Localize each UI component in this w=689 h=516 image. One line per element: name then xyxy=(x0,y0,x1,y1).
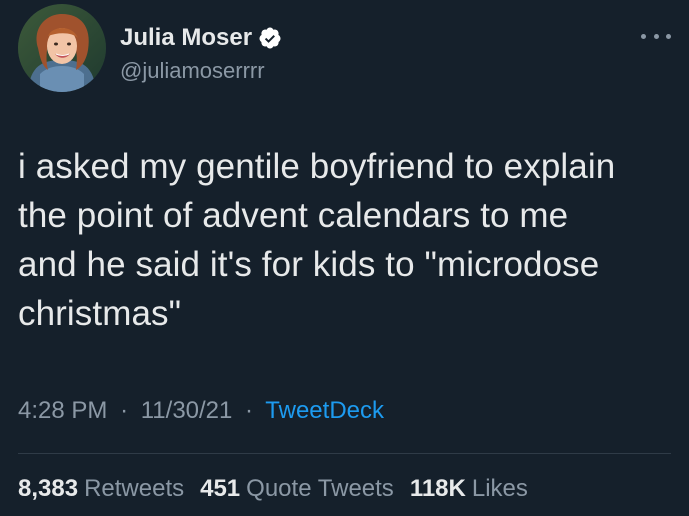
author-name-row: Julia Moser xyxy=(120,24,282,52)
quote-tweets-stat[interactable]: 451 Quote Tweets xyxy=(200,474,394,504)
tweet-date[interactable]: 11/30/21 xyxy=(141,397,233,424)
verified-badge-icon xyxy=(258,26,282,50)
quote-tweets-count: 451 xyxy=(200,475,241,502)
retweets-label: Retweets xyxy=(84,475,185,502)
likes-count: 118K xyxy=(409,475,466,502)
tweet-meta: 4:28 PM · 11/30/21 · TweetDeck xyxy=(18,396,384,426)
likes-stat[interactable]: 118K Likes xyxy=(410,474,528,504)
more-dot xyxy=(641,33,646,39)
retweets-count: 8,383 xyxy=(18,475,79,502)
likes-label: Likes xyxy=(471,475,528,502)
tweet-text: i asked my gentile boyfriend to explain … xyxy=(18,147,616,333)
tweet-stats: 8,383 Retweets 451 Quote Tweets 118K Likes xyxy=(18,474,528,504)
divider xyxy=(18,453,671,454)
avatar[interactable] xyxy=(18,4,106,92)
retweets-stat[interactable]: 8,383 Retweets xyxy=(18,474,184,504)
meta-separator: · xyxy=(120,397,129,424)
tweet-card: Julia Moser @juliamoserrrr i asked my ge… xyxy=(0,0,689,516)
more-options-icon[interactable] xyxy=(641,28,671,44)
tweet-time[interactable]: 4:28 PM xyxy=(18,397,107,424)
quote-tweets-label: Quote Tweets xyxy=(246,475,394,502)
more-dot xyxy=(666,33,671,39)
author-handle[interactable]: @juliamoserrrr xyxy=(120,58,265,84)
meta-separator: · xyxy=(245,397,254,424)
more-dot xyxy=(653,33,659,39)
tweet-source-link[interactable]: TweetDeck xyxy=(265,397,384,424)
author-display-name[interactable]: Julia Moser xyxy=(120,24,252,52)
